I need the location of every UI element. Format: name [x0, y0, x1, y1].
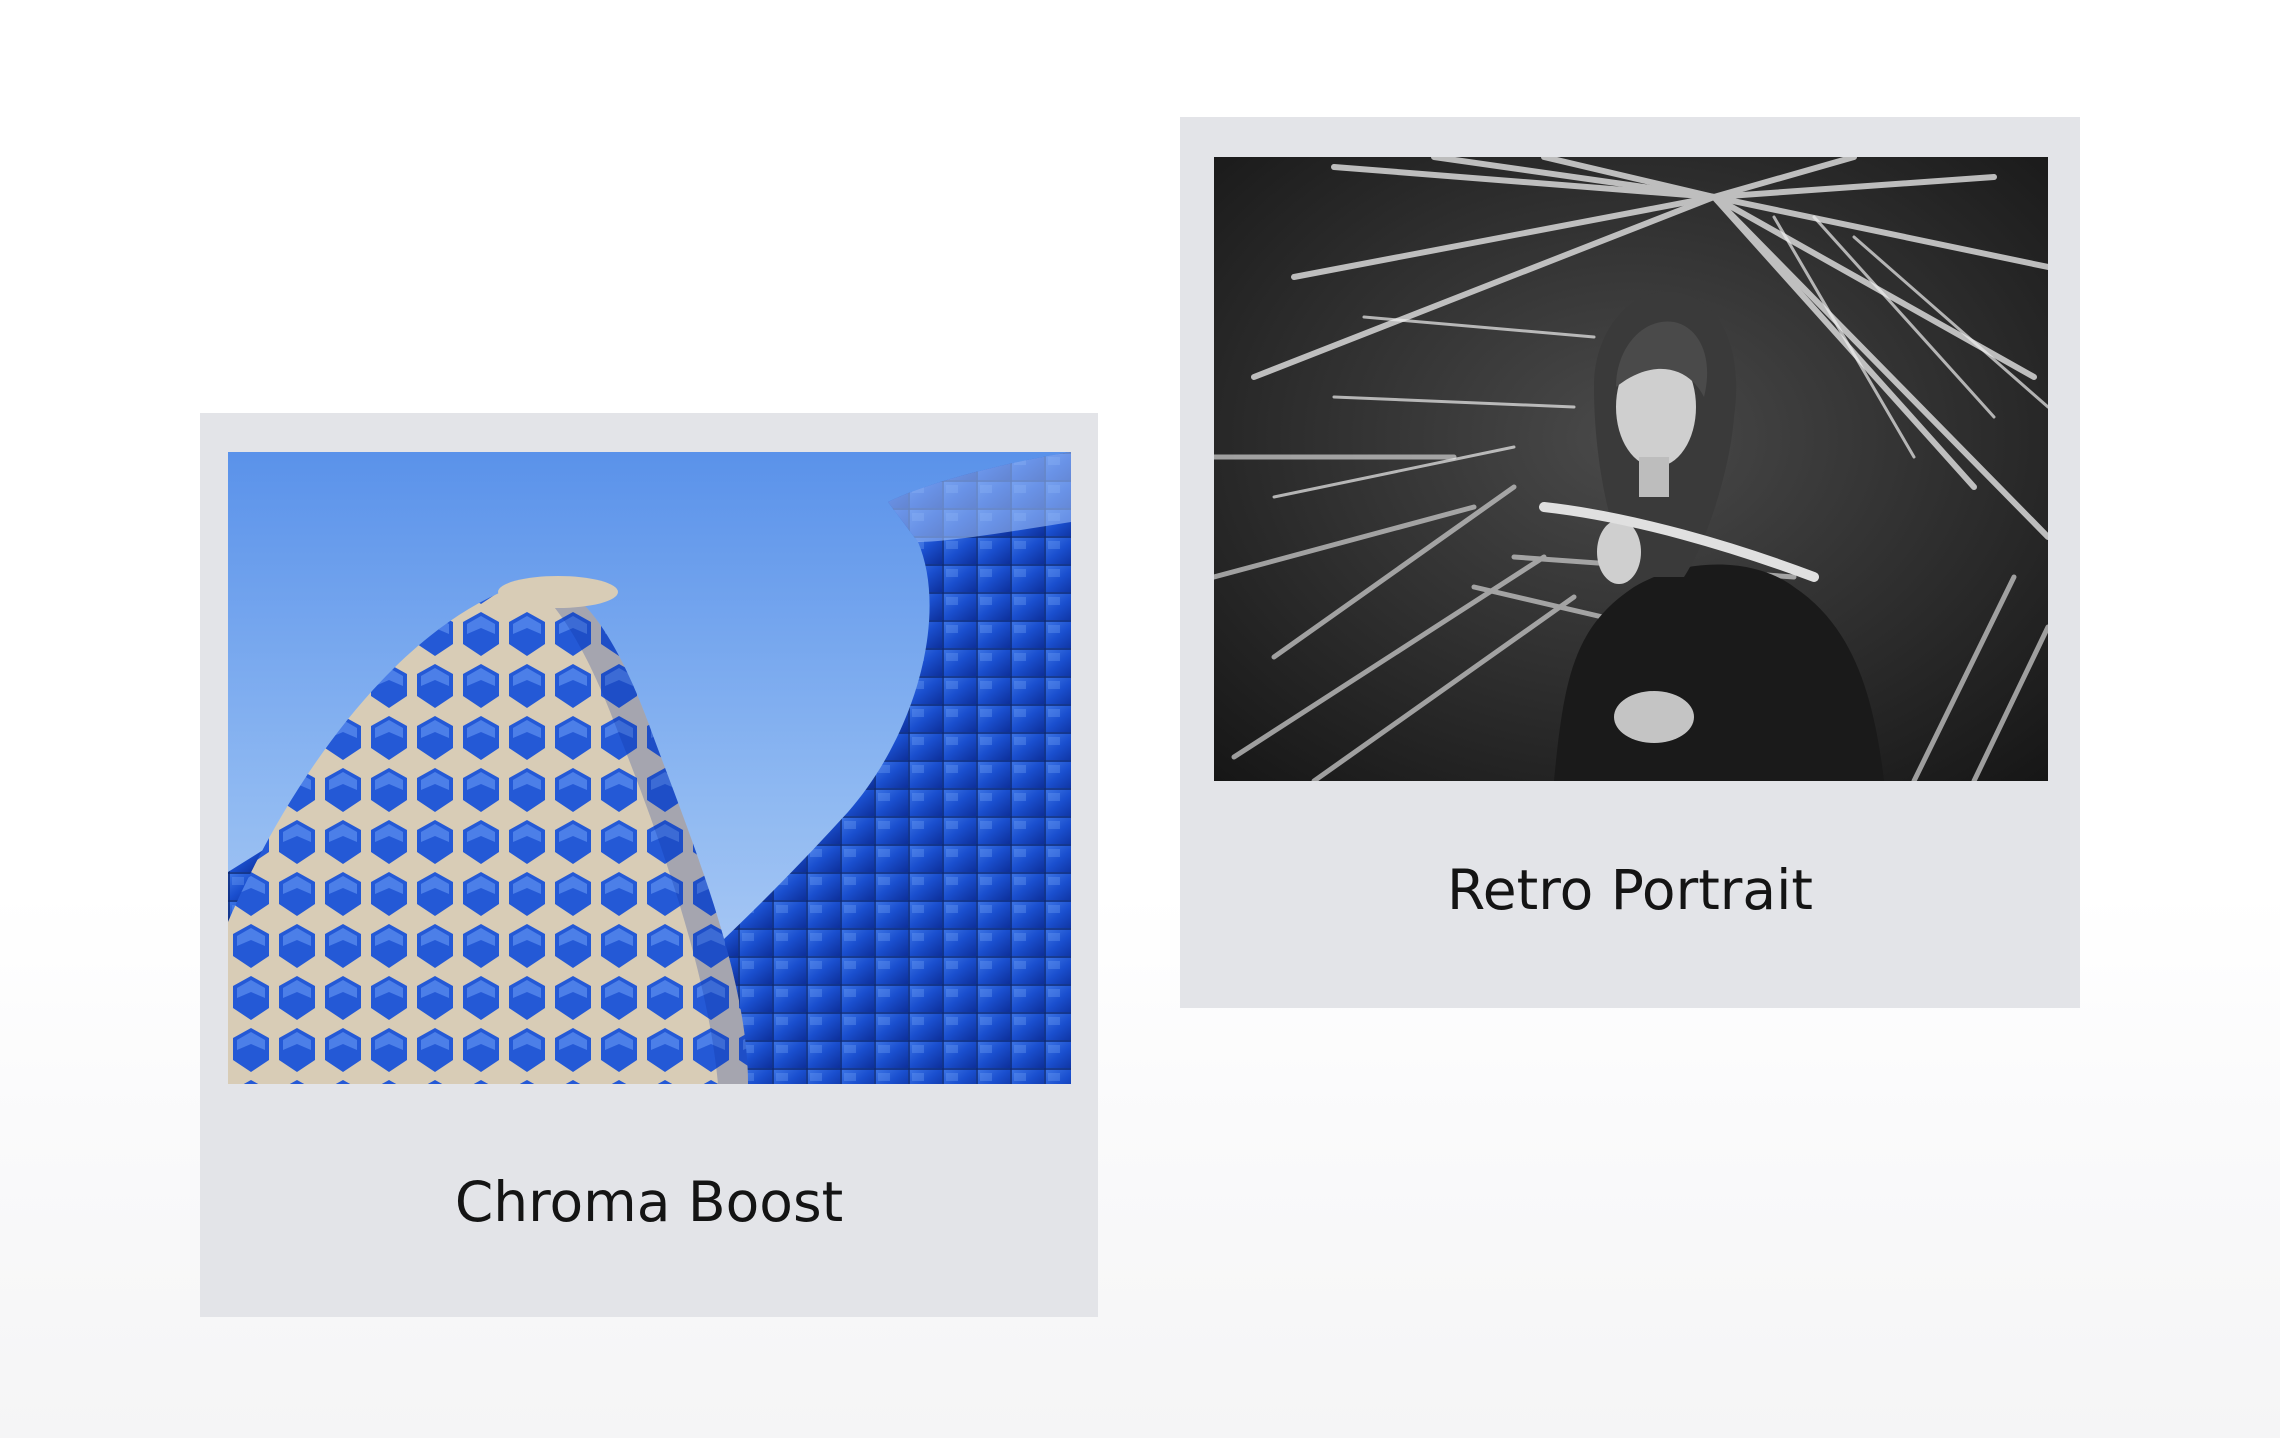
filter-card-chroma-boost[interactable]: Chroma Boost [200, 413, 1098, 1317]
card-title: Retro Portrait [1447, 858, 1813, 922]
chroma-boost-image [228, 452, 1071, 1084]
filter-card-retro-portrait[interactable]: Retro Portrait [1180, 117, 2080, 1008]
retro-portrait-image [1214, 157, 2048, 781]
card-title: Chroma Boost [454, 1170, 844, 1234]
